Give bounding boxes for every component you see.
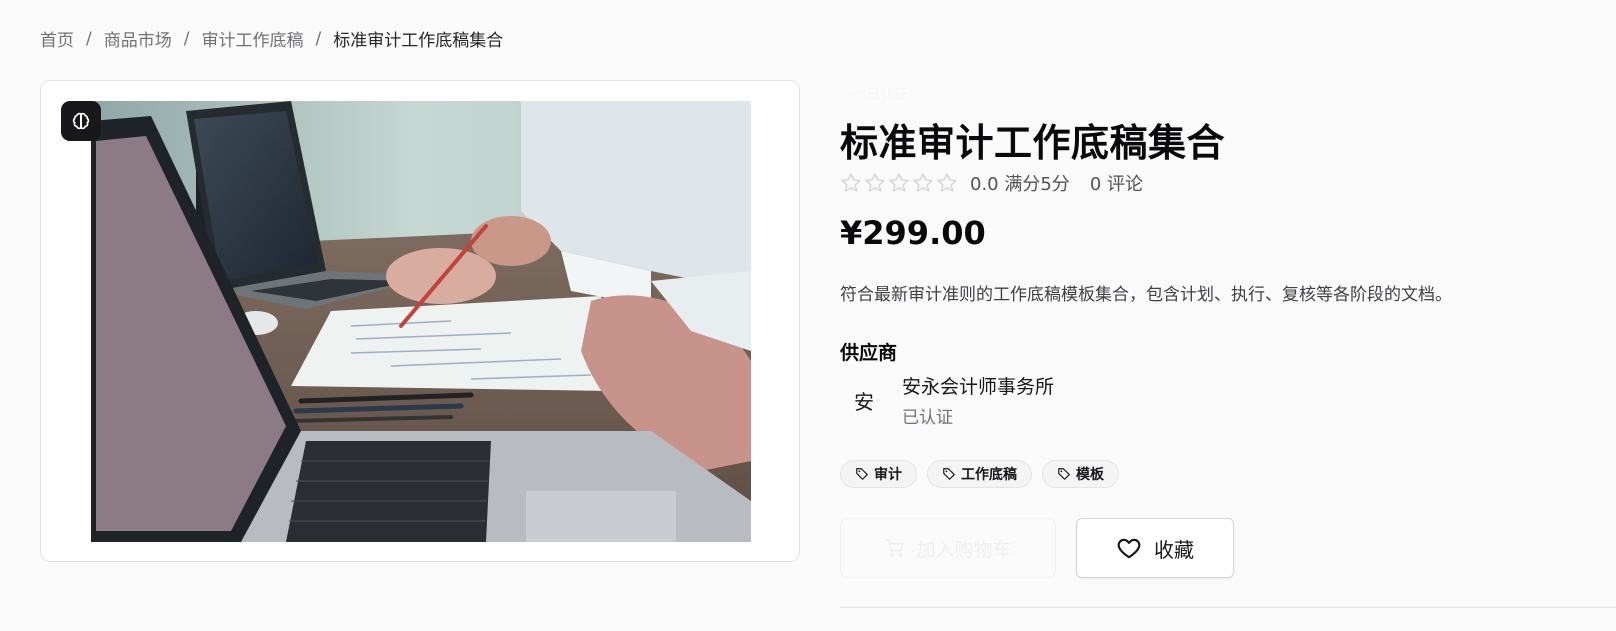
shopping-cart-icon — [885, 538, 905, 558]
product-image-card — [40, 80, 800, 562]
product-description: 符合最新审计准则的工作底稿模板集合，包含计划、执行、复核等各阶段的文档。 — [840, 285, 1452, 305]
favorite-button[interactable]: 收藏 — [1076, 518, 1234, 578]
star-outline-icon — [840, 172, 862, 193]
heart-icon — [1117, 538, 1141, 559]
supplier-heading: 供应商 — [840, 342, 898, 364]
supplier-name[interactable]: 安永会计师事务所 — [902, 372, 1054, 399]
breadcrumb-separator: / — [315, 28, 322, 49]
breadcrumb: 首页 / 商品市场 / 审计工作底稿 / 标准审计工作底稿集合 — [40, 26, 504, 52]
rating-value: 0.0 满分5分 — [970, 174, 1070, 195]
star-rating — [840, 172, 958, 194]
tag[interactable]: 工作底稿 — [927, 460, 1032, 488]
breadcrumb-current: 标准审计工作底稿集合 — [333, 31, 504, 51]
star-outline-icon — [936, 172, 958, 193]
product-price: ¥299.00 — [840, 214, 986, 252]
breadcrumb-separator: / — [86, 28, 92, 49]
star-outline-icon — [864, 172, 886, 193]
tag-icon — [943, 468, 955, 480]
laptops-and-documents-photo — [91, 101, 751, 542]
tag-label: 模板 — [1076, 467, 1104, 483]
rating-row: 0.0 满分5分 0 评论 — [840, 170, 1143, 196]
tag-icon — [1058, 468, 1070, 480]
star-outline-icon — [888, 172, 910, 193]
brain-badge — [61, 101, 101, 141]
favorite-label: 收藏 — [1154, 539, 1194, 562]
tag-icon — [856, 468, 868, 480]
tag-label: 审计 — [874, 467, 902, 483]
breadcrumb-separator: / — [183, 28, 190, 49]
breadcrumb-category[interactable]: 审计工作底稿 — [201, 26, 303, 51]
supplier-avatar: 安 — [840, 376, 888, 424]
brain-icon — [72, 112, 90, 130]
tag-label: 工作底稿 — [961, 467, 1017, 483]
review-count[interactable]: 0 评论 — [1090, 170, 1143, 196]
tag[interactable]: 模板 — [1042, 460, 1119, 488]
tag[interactable]: 审计 — [840, 460, 917, 488]
add-to-cart-label: 加入购物车 — [916, 539, 1012, 561]
product-photo — [91, 101, 751, 542]
supplier-status: 已认证 — [902, 408, 953, 428]
add-to-cart-button[interactable]: 加入购物车 — [840, 518, 1056, 578]
tag-list: 审计 工作底稿 模板 — [840, 460, 1119, 488]
verified-badge: ✓ 已认证 — [840, 82, 919, 106]
section-divider — [840, 607, 1616, 608]
breadcrumb-marketplace[interactable]: 商品市场 — [104, 26, 172, 51]
product-title: 标准审计工作底稿集合 — [840, 121, 1226, 165]
breadcrumb-home[interactable]: 首页 — [40, 26, 74, 51]
star-outline-icon — [912, 172, 934, 193]
supplier-card[interactable]: 安 安永会计师事务所 已认证 — [840, 372, 1054, 428]
